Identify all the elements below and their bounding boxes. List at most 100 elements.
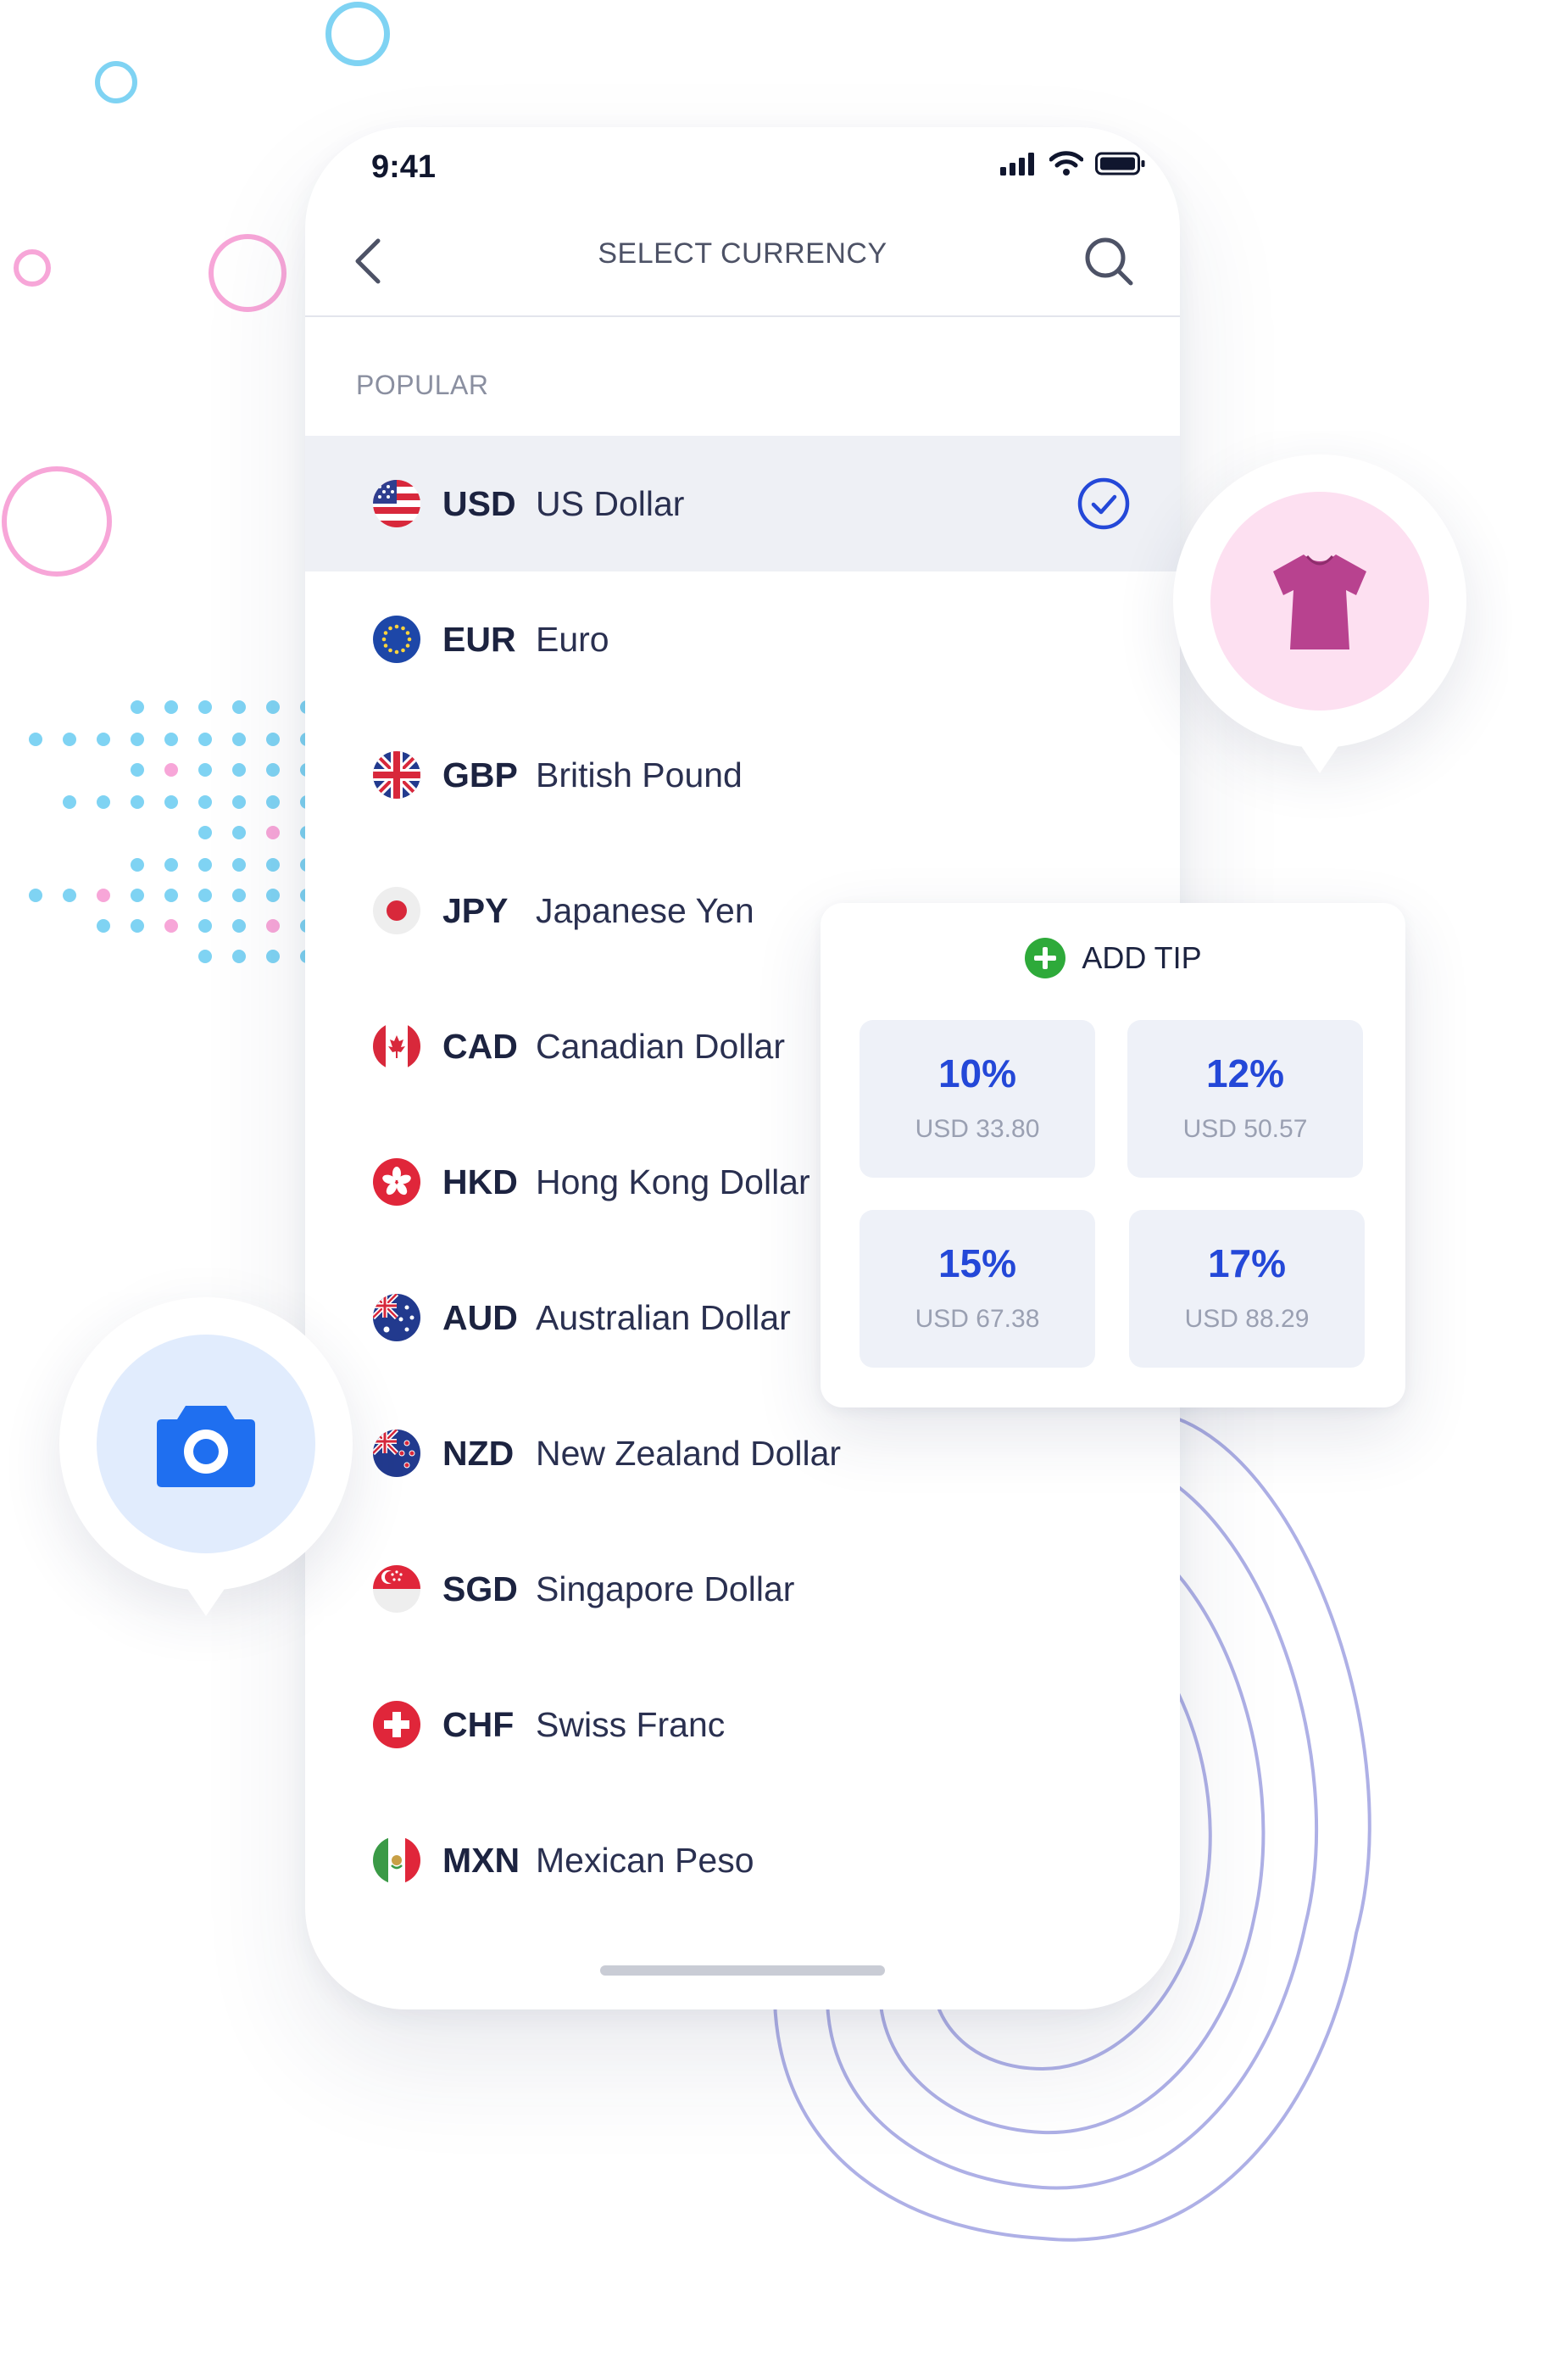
hong-kong-flag-icon [373,1158,420,1206]
status-time: 9:41 [371,149,437,185]
shirt-pin-circle [1210,492,1429,711]
currency-code: HKD [442,1162,518,1201]
mexico-flag-icon [373,1837,420,1884]
deco-dot [164,763,178,777]
deco-dot [232,826,246,839]
deco-ring [325,2,390,66]
deco-dot [266,919,280,933]
currency-code: CAD [442,1026,518,1066]
deco-dot [266,950,280,963]
deco-dot [198,919,212,933]
deco-dot [131,889,144,902]
currency-row-eur[interactable]: EUR Euro [305,571,1180,707]
deco-dot [232,858,246,872]
us-flag-icon [373,480,420,527]
currency-code: EUR [442,619,516,659]
currency-row-usd[interactable]: USD US Dollar [305,436,1180,571]
deco-dot [131,858,144,872]
eu-flag-icon [373,616,420,663]
currency-row-mxn[interactable]: MXN Mexican Peso [305,1792,1180,1928]
tip-option-12[interactable]: 12% USD 50.57 [1127,1020,1363,1178]
deco-dot [266,700,280,714]
deco-dot [63,795,76,809]
deco-dot [232,889,246,902]
deco-dot [29,889,42,902]
deco-dot [232,700,246,714]
deco-dot [266,826,280,839]
status-icons [1000,151,1146,176]
deco-dot [266,763,280,777]
deco-dot [232,763,246,777]
deco-dot [97,919,110,933]
page-title: SELECT CURRENCY [598,237,887,270]
deco-dot [29,733,42,746]
header-divider [305,315,1180,317]
deco-dot [131,919,144,933]
currency-name: Mexican Peso [536,1840,754,1880]
shirt-icon [1273,555,1366,649]
battery-icon [1095,152,1145,176]
currency-name: Australian Dollar [536,1297,791,1337]
add-tip-button[interactable]: ADD TIP [821,937,1405,979]
deco-dot [198,826,212,839]
currency-code: CHF [442,1704,515,1744]
currency-row-gbp[interactable]: GBP British Pound [305,707,1180,843]
deco-dot [97,795,110,809]
deco-dot [131,795,144,809]
home-indicator[interactable] [600,1965,885,1976]
tip-option-17[interactable]: 17% USD 88.29 [1129,1210,1365,1368]
add-tip-label: ADD TIP [1082,940,1202,975]
deco-dot [164,795,178,809]
camera-pin-circle [97,1335,315,1553]
deco-dot [198,858,212,872]
deco-dot [232,795,246,809]
deco-ring [95,61,137,103]
currency-code: GBP [442,755,518,794]
currency-row-chf[interactable]: CHF Swiss Franc [305,1657,1180,1792]
currency-name: New Zealand Dollar [536,1433,842,1473]
australia-flag-icon [373,1294,420,1341]
deco-dot [198,889,212,902]
currency-name: Hong Kong Dollar [536,1162,810,1201]
deco-dot [232,950,246,963]
tip-option-10[interactable]: 10% USD 33.80 [860,1020,1095,1178]
deco-dot [198,700,212,714]
currency-row-sgd[interactable]: SGD Singapore Dollar [305,1521,1180,1657]
deco-dot [63,889,76,902]
deco-dot [232,733,246,746]
japan-flag-icon [373,887,420,934]
deco-dot [198,950,212,963]
deco-dot [131,700,144,714]
currency-name: Canadian Dollar [536,1026,786,1066]
tip-percent: 17% [1207,1241,1287,1285]
deco-ring [14,249,51,287]
swiss-flag-icon [373,1701,420,1748]
currency-code: MXN [442,1840,520,1880]
deco-dot [266,733,280,746]
currency-name: Swiss Franc [536,1704,726,1744]
check-circle-icon [1077,477,1130,530]
tip-option-15[interactable]: 15% USD 67.38 [860,1210,1095,1368]
tip-percent: 15% [937,1241,1017,1285]
deco-dot [198,733,212,746]
camera-icon [157,1406,255,1487]
signal-icon [1000,153,1034,176]
deco-dot [266,889,280,902]
deco-dot [131,733,144,746]
currency-name: Singapore Dollar [536,1569,795,1608]
plus-circle-icon [1025,938,1066,978]
singapore-flag-icon [373,1565,420,1613]
deco-dot [131,763,144,777]
deco-dot [164,733,178,746]
deco-dot [266,858,280,872]
currency-name: British Pound [536,755,743,794]
currency-name: US Dollar [536,483,685,523]
new-zealand-flag-icon [373,1430,420,1477]
currency-code: AUD [442,1297,518,1337]
currency-name: Japanese Yen [536,890,754,930]
search-icon[interactable] [1082,234,1136,288]
shirt-pin-tail [1294,736,1345,773]
deco-dot [63,733,76,746]
deco-dot [97,889,110,902]
tip-amount: USD 88.29 [1184,1305,1310,1333]
